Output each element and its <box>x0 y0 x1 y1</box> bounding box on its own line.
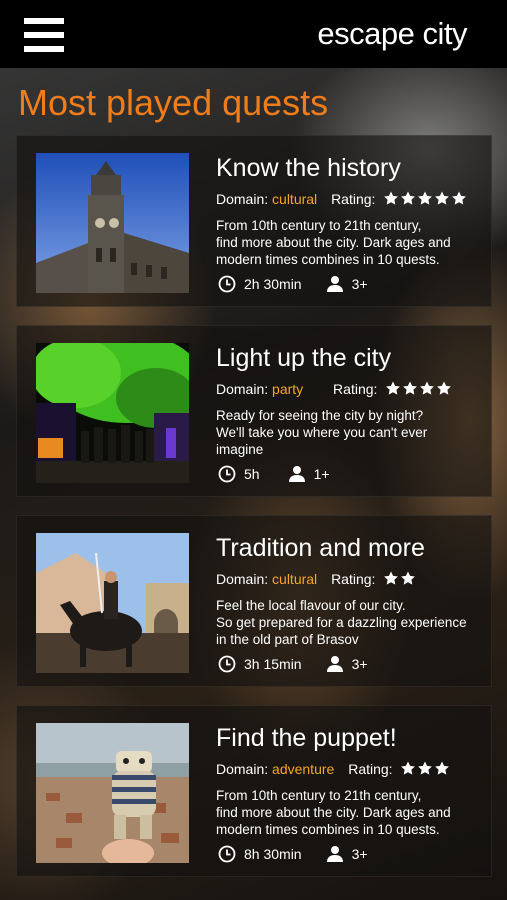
quest-footer: 3h 15min 3+ <box>218 655 368 673</box>
quest-card[interactable]: Find the puppet! Domain: adventure Ratin… <box>16 705 492 877</box>
rating-label: Rating: <box>331 571 376 587</box>
star-icon <box>384 571 399 585</box>
quest-card[interactable]: Know the history Domain: cultural Rating… <box>16 135 492 307</box>
quest-image-clock-tower <box>36 153 189 293</box>
star-icon <box>401 571 416 585</box>
person-icon <box>326 276 343 292</box>
description-line: modern times combines in 10 quests. <box>216 822 440 837</box>
quest-meta: Domain: cultural Rating: <box>216 190 468 209</box>
star-icon <box>401 761 416 775</box>
quest-card[interactable]: Light up the city Domain: party Rating: … <box>16 325 492 497</box>
quest-footer: 8h 30min 3+ <box>218 845 368 863</box>
players-count: 3+ <box>351 846 368 862</box>
quest-title: Find the puppet! <box>216 724 397 752</box>
quest-image-night-party <box>36 343 189 483</box>
quest-description: Ready for seeing the city by night? We'l… <box>216 407 491 458</box>
star-icon <box>420 381 435 395</box>
description-line: Ready for seeing the city by night? <box>216 408 424 423</box>
description-line: find more about the city. Dark ages and <box>216 235 451 250</box>
description-line: find more about the city. Dark ages and <box>216 805 451 820</box>
clock-icon <box>218 845 236 863</box>
star-icon <box>401 191 416 205</box>
person-icon <box>326 846 343 862</box>
quest-image-horse-rider <box>36 533 189 673</box>
domain-label: Domain: <box>216 381 269 397</box>
domain-label: Domain: <box>216 761 269 777</box>
person-icon <box>288 466 305 482</box>
rating-label: Rating: <box>333 381 378 397</box>
rating-label: Rating: <box>331 191 376 207</box>
duration: 3h 15min <box>244 656 302 672</box>
domain-label: Domain: <box>216 571 269 587</box>
description-line: modern times combines in 10 quests. <box>216 252 440 267</box>
quest-card[interactable]: Tradition and more Domain: cultural Rati… <box>16 515 492 687</box>
clock-icon <box>218 275 236 293</box>
domain-value: cultural <box>272 571 318 587</box>
star-icon <box>435 761 450 775</box>
star-icon <box>452 191 467 205</box>
quest-meta: Domain: adventure Rating: <box>216 760 451 779</box>
quest-meta: Domain: party Rating: <box>216 380 453 399</box>
duration: 8h 30min <box>244 846 302 862</box>
quest-footer: 2h 30min 3+ <box>218 275 368 293</box>
duration: 2h 30min <box>244 276 302 292</box>
app-title: escape city <box>317 16 467 51</box>
quest-footer: 5h 1+ <box>218 465 330 483</box>
domain-value: cultural <box>272 191 318 207</box>
person-icon <box>326 656 343 672</box>
rating-stars <box>385 380 453 399</box>
section-title: Most played quests <box>18 82 329 123</box>
quest-description: From 10th century to 21th century, find … <box>216 787 491 838</box>
quest-title: Tradition and more <box>216 534 425 562</box>
star-icon <box>418 761 433 775</box>
description-line: So get prepared for a dazzling experienc… <box>216 615 467 630</box>
duration: 5h <box>244 466 260 482</box>
description-line: Feel the local flavour of our city. <box>216 598 406 613</box>
description-line: From 10th century to 21th century, <box>216 218 422 233</box>
players-count: 3+ <box>351 656 368 672</box>
quest-title: Know the history <box>216 154 401 182</box>
quest-image-puppet-over-city <box>36 723 189 863</box>
domain-label: Domain: <box>216 191 269 207</box>
domain-value: adventure <box>272 761 335 777</box>
star-icon <box>403 381 418 395</box>
clock-icon <box>218 655 236 673</box>
quest-title: Light up the city <box>216 344 392 372</box>
clock-icon <box>218 465 236 483</box>
hamburger-menu-icon[interactable] <box>24 18 64 52</box>
description-line: imagine <box>216 442 264 457</box>
players-count: 1+ <box>313 466 330 482</box>
rating-label: Rating: <box>348 761 393 777</box>
star-icon <box>384 191 399 205</box>
rating-stars <box>383 190 468 209</box>
domain-value: party <box>272 381 304 397</box>
quest-description: From 10th century to 21th century, find … <box>216 217 491 268</box>
star-icon <box>386 381 401 395</box>
description-line: From 10th century to 21th century, <box>216 788 422 803</box>
star-icon <box>437 381 452 395</box>
star-icon <box>435 191 450 205</box>
top-bar: escape city <box>0 0 507 68</box>
rating-stars <box>383 570 417 589</box>
description-line: We'll take you where you can't ever <box>216 425 428 440</box>
quest-meta: Domain: cultural Rating: <box>216 570 417 589</box>
star-icon <box>418 191 433 205</box>
description-line: in the old part of Brasov <box>216 632 359 647</box>
quest-description: Feel the local flavour of our city. So g… <box>216 597 491 648</box>
players-count: 3+ <box>351 276 368 292</box>
rating-stars <box>400 760 451 779</box>
